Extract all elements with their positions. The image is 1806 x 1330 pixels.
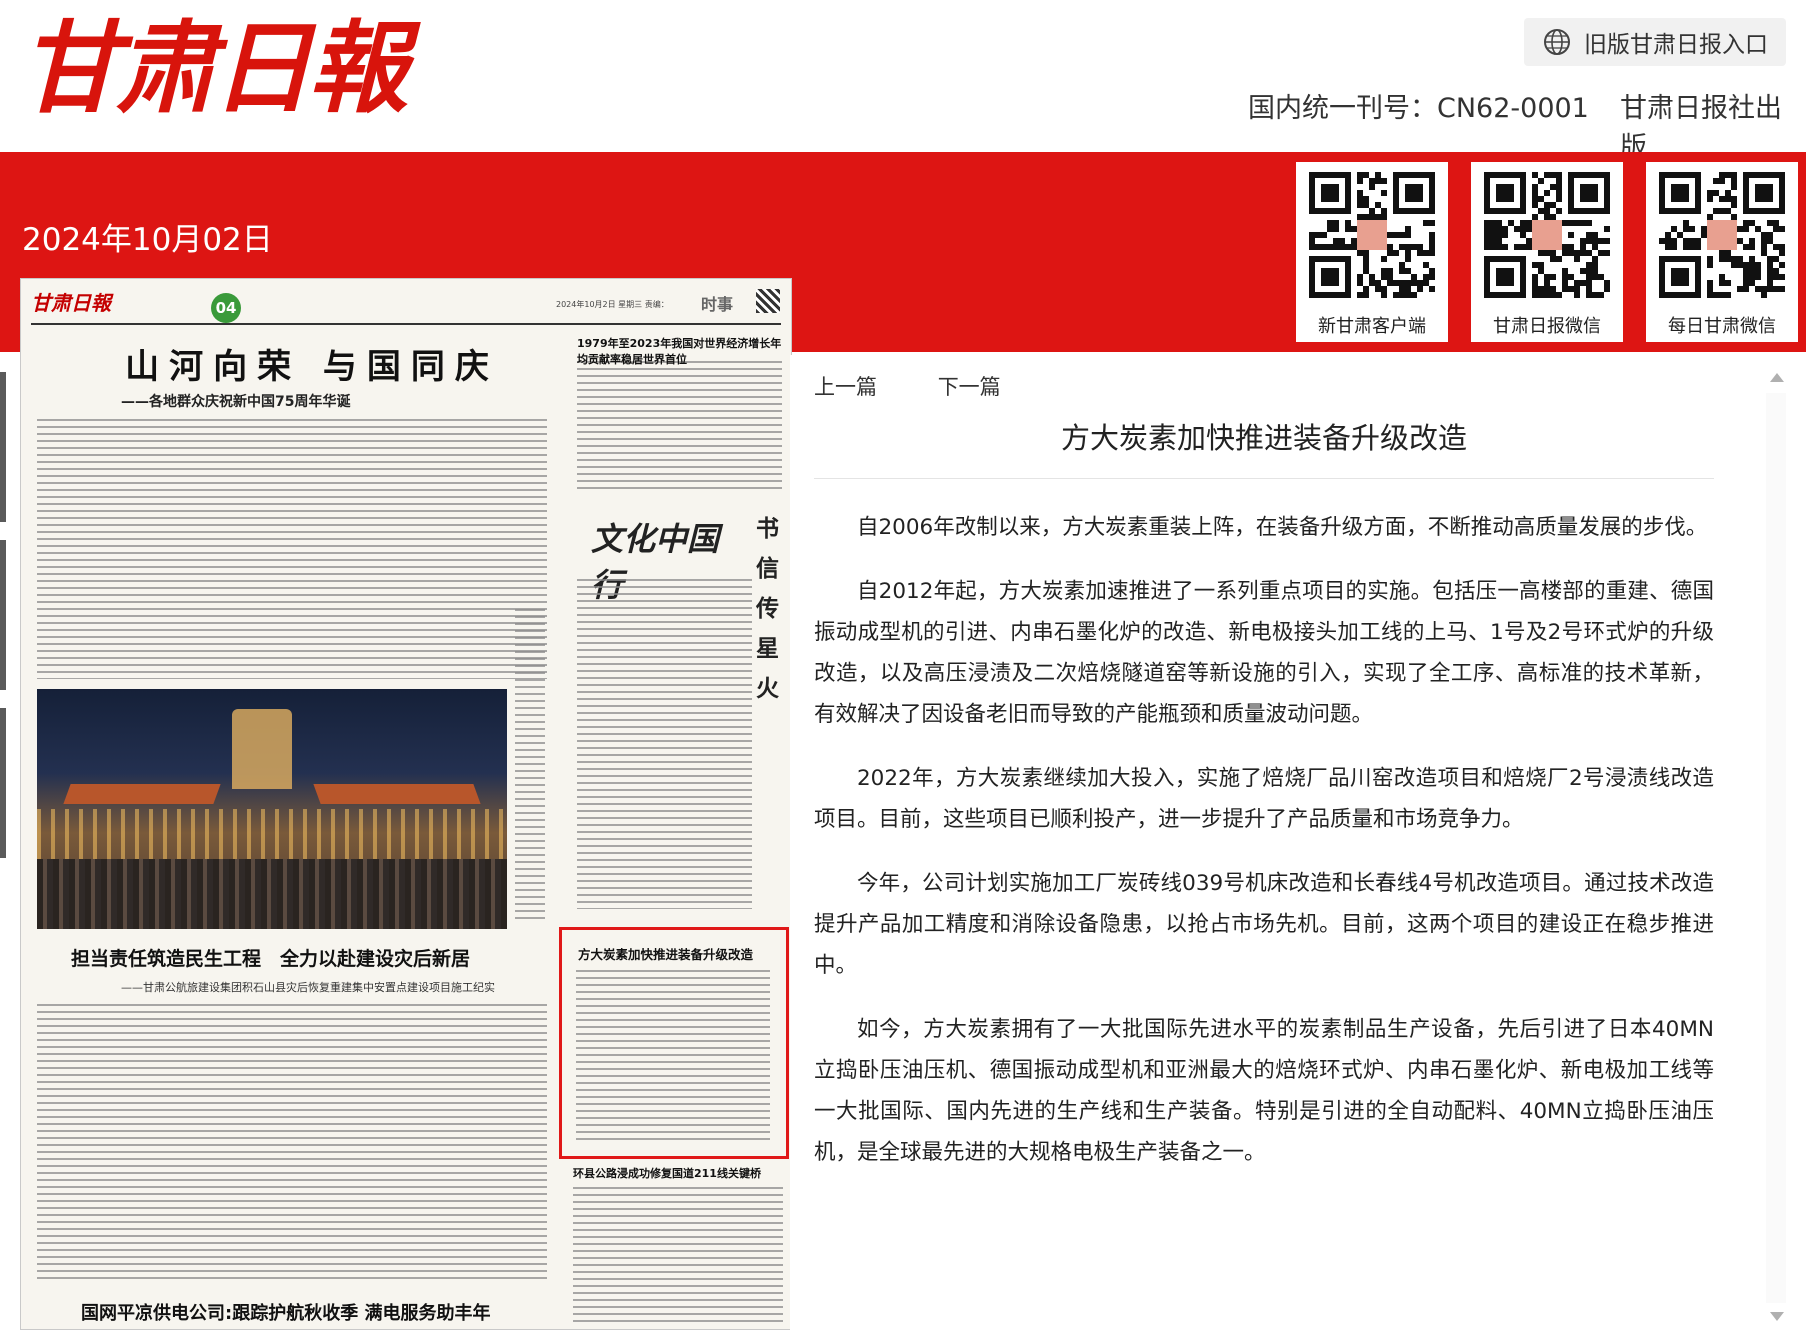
side-tab[interactable] <box>0 372 6 522</box>
article-pager: 上一篇 下一篇 <box>814 371 1055 401</box>
photo-roof <box>63 784 221 804</box>
article-panel: 上一篇 下一篇 方大炭素加快推进装备升级改造 自2006年改制以来，方大炭素重装… <box>790 355 1786 1330</box>
qr-label: 每日甘肃微信 <box>1668 316 1776 337</box>
old-version-entry-label: 旧版甘肃日报入口 <box>1584 32 1768 58</box>
article-paragraph: 如今，方大炭素拥有了一大批国际先进水平的炭素制品生产设备，先后引进了日本40MN… <box>814 1017 1714 1165</box>
paper-headline[interactable]: 山河向荣 与国同庆 <box>57 339 567 388</box>
qr-code-icon <box>756 289 780 313</box>
photo-crowd <box>37 859 507 929</box>
text-column <box>577 361 782 491</box>
text-column <box>573 1187 783 1327</box>
article-title: 方大炭素加快推进装备升级改造 <box>1060 421 1467 455</box>
scrollbar-track[interactable] <box>1766 393 1786 1303</box>
qr-code-card-wechat[interactable]: 甘肃日报微信 <box>1471 162 1623 342</box>
selected-article-highlight[interactable]: 方大炭素加快推进装备升级改造 <box>559 927 789 1159</box>
article-paragraph: 2022年，方大炭素继续加大投入，实施了焙烧厂品川窑改造项目和焙烧厂2号浸渍线改… <box>814 766 1714 832</box>
paper-headline[interactable]: 担当责任筑造民生工程 全力以赴建设灾后新居 <box>71 944 470 971</box>
scroll-up-arrow-icon[interactable] <box>1770 373 1784 382</box>
qr-label: 新甘肃客户端 <box>1318 316 1426 337</box>
paper-column-name: 时事 <box>701 295 734 314</box>
photo-lantern <box>232 709 292 789</box>
side-tab[interactable] <box>0 708 6 858</box>
site-header: 甘肃日報 旧版甘肃日报入口 国内统一刊号：CN62-0001 甘肃日报社出版 <box>0 0 1806 163</box>
text-column <box>37 419 547 679</box>
paper-masthead: 甘肃日報 <box>31 291 111 315</box>
news-photo <box>37 689 507 929</box>
side-tab[interactable] <box>0 540 6 690</box>
article-paragraph: 自2012年起，方大炭素加速推进了一系列重点项目的实施。包括压一高楼部的重建、德… <box>814 579 1714 727</box>
title-divider <box>814 478 1714 479</box>
qr-code-icon <box>1659 172 1785 298</box>
next-article-link[interactable]: 下一篇 <box>938 375 1001 399</box>
globe-icon <box>1544 29 1570 55</box>
qr-code-icon <box>1484 172 1610 298</box>
old-version-entry-button[interactable]: 旧版甘肃日报入口 <box>1524 18 1786 66</box>
vertical-headline: 书信传星火 <box>756 515 779 702</box>
paper-date-line: 2024年10月2日 星期三 责编： <box>556 300 669 309</box>
article-body: 自2006年改制以来，方大炭素重装上阵，在装备升级方面，不断推动高质量发展的步伐… <box>814 507 1714 1196</box>
text-column <box>577 579 752 909</box>
issue-date: 2024年10月02日 <box>22 222 273 258</box>
qr-label: 甘肃日报微信 <box>1493 316 1601 337</box>
prev-article-link[interactable]: 上一篇 <box>814 375 877 399</box>
highlight-title: 方大炭素加快推进装备升级改造 <box>578 947 754 962</box>
paper-headline[interactable]: 1979年至2023年我国对世界经济增长年均贡献率稳居世界首位 <box>577 335 782 367</box>
paper-headline[interactable]: 环县公路浸成功修复国道211线关键桥 <box>573 1165 761 1181</box>
qr-code-card-app[interactable]: 新甘肃客户端 <box>1296 162 1448 342</box>
paper-subheadline: ——各地群众庆祝新中国75周年华诞 <box>121 394 351 410</box>
article-paragraph: 今年，公司计划实施加工厂炭砖线039号机床改造和长春线4号机改造项目。通过技术改… <box>814 871 1714 978</box>
photo-roof <box>313 784 481 804</box>
photo-lights <box>37 809 507 859</box>
text-column <box>37 1004 547 1284</box>
text-column <box>515 609 545 919</box>
qr-code-icon <box>1309 172 1435 298</box>
newspaper-page-thumbnail[interactable]: 甘肃日報 04 2024年10月2日 星期三 责编： 时事 山河向荣 与国同庆 … <box>20 278 792 1330</box>
text-column <box>576 970 770 1140</box>
paper-headline[interactable]: 国网平凉供电公司:跟踪护航秋收季 满电服务助丰年 <box>81 1299 490 1325</box>
divider <box>31 323 781 325</box>
article-scrollbar[interactable] <box>1766 365 1786 1325</box>
article-paragraph: 自2006年改制以来，方大炭素重装上阵，在装备升级方面，不断推动高质量发展的步伐… <box>857 515 1708 540</box>
site-logo[interactable]: 甘肃日報 <box>20 8 408 128</box>
issn-text: 国内统一刊号：CN62-0001 <box>1248 93 1589 124</box>
page-number-badge: 04 <box>211 293 241 323</box>
paper-subheadline: ——甘肃公航旅建设集团积石山县灾后恢复重建集中安置点建设项目施工纪实 <box>121 981 495 994</box>
column-brand-title: 文化中国行 <box>591 520 720 604</box>
qr-code-card-daily[interactable]: 每日甘肃微信 <box>1646 162 1798 342</box>
scroll-down-arrow-icon[interactable] <box>1770 1312 1784 1321</box>
